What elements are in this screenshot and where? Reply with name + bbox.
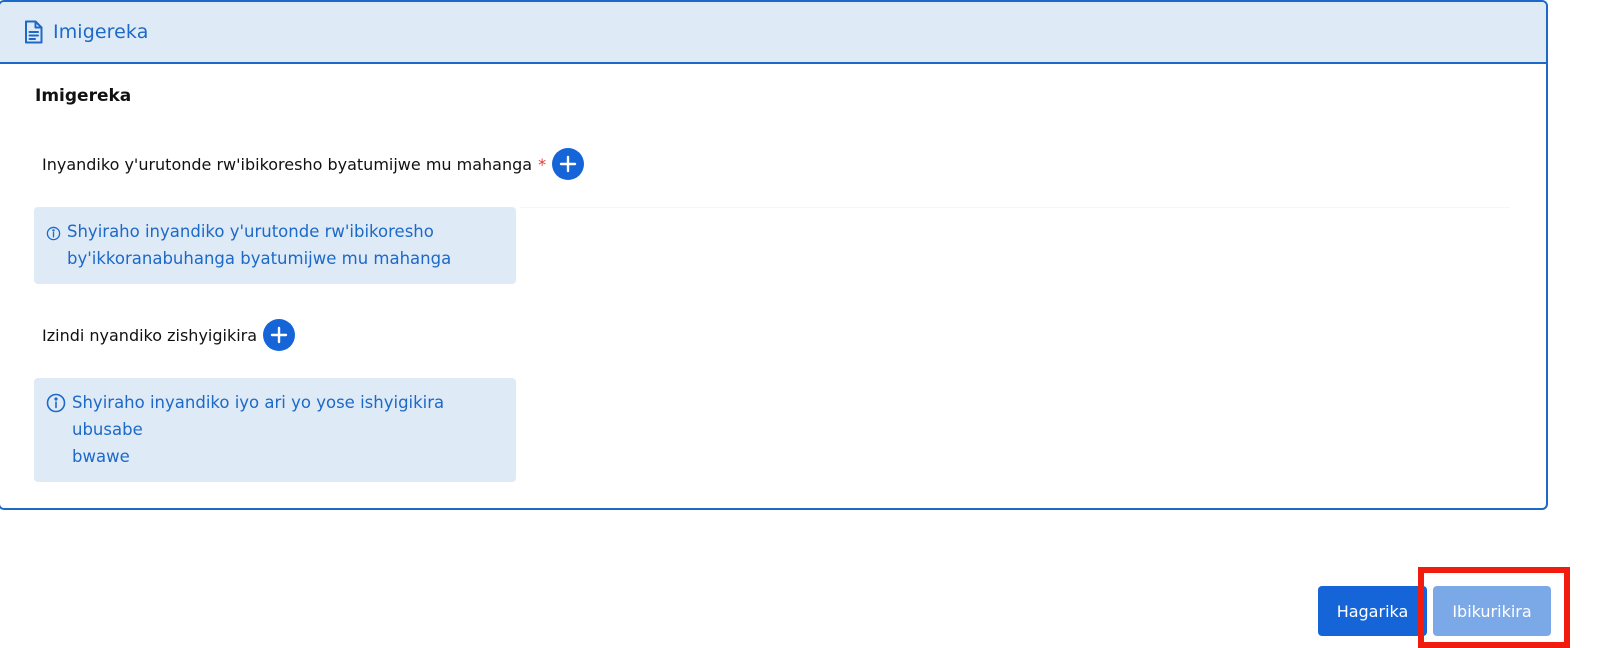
plus-icon (559, 155, 577, 173)
attachments-card: Imigereka Imigereka Inyandiko y'urutonde… (0, 0, 1548, 510)
next-button[interactable]: Ibikurikira (1433, 586, 1551, 636)
cancel-button[interactable]: Hagarika (1318, 586, 1427, 636)
info-text-line: Shyiraho inyandiko y'urutonde rw'ibikore… (67, 222, 434, 241)
add-import-list-button[interactable] (552, 148, 585, 180)
document-icon (23, 20, 43, 44)
supporting-docs-info-text: Shyiraho inyandiko iyo ari yo yose ishyi… (72, 389, 502, 470)
import-list-info-box: Shyiraho inyandiko y'urutonde rw'ibikore… (34, 207, 516, 284)
supporting-docs-info-box: Shyiraho inyandiko iyo ari yo yose ishyi… (34, 378, 516, 482)
plus-icon (270, 326, 288, 344)
field-supporting-docs-label: Izindi nyandiko zishyigikira (42, 325, 258, 345)
required-star: * (538, 154, 547, 174)
info-text-line: Shyiraho inyandiko iyo ari yo yose ishyi… (72, 393, 445, 439)
field-import-list: Inyandiko y'urutonde rw'ibikoresho byatu… (42, 148, 585, 180)
info-text-line: by'ikkoranabuhanga byatumijwe mu mahanga (67, 249, 452, 268)
divider (520, 207, 1510, 208)
card-header: Imigereka (0, 2, 1546, 64)
field-supporting-docs: Izindi nyandiko zishyigikira (42, 319, 296, 351)
card-header-title: Imigereka (53, 21, 149, 43)
info-text-line: bwawe (72, 447, 130, 466)
section-title: Imigereka (35, 86, 132, 106)
add-supporting-docs-button[interactable] (263, 319, 296, 351)
info-icon (46, 393, 66, 413)
import-list-info-text: Shyiraho inyandiko y'urutonde rw'ibikore… (67, 218, 451, 272)
info-icon (46, 226, 61, 241)
field-import-list-label: Inyandiko y'urutonde rw'ibikoresho byatu… (42, 154, 533, 174)
